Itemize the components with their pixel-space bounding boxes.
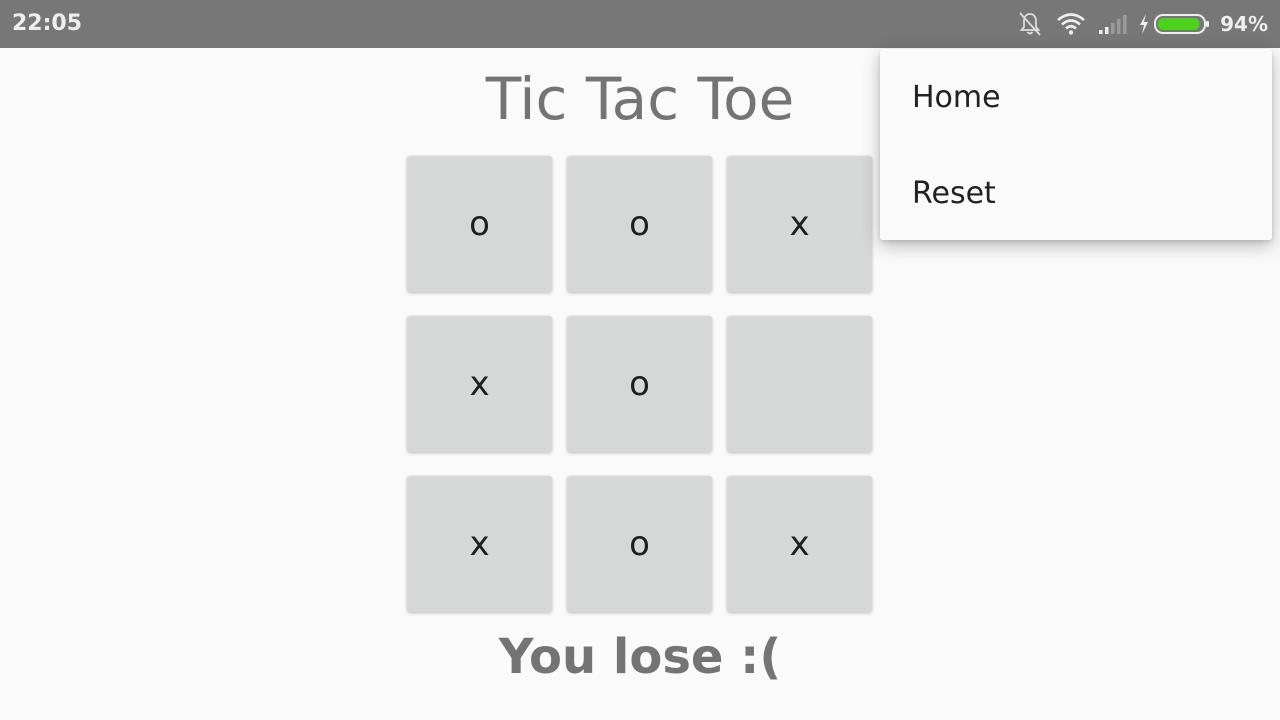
board-cell-2-2[interactable]: x <box>727 476 872 612</box>
board-cell-0-0[interactable]: o <box>407 156 552 292</box>
status-icons: 94% <box>1018 10 1268 38</box>
board-cell-0-2[interactable]: x <box>727 156 872 292</box>
charging-icon <box>1138 13 1150 35</box>
game-board: o o x x o x o x <box>407 156 873 612</box>
game-result: You lose :( <box>498 629 782 685</box>
status-time: 22:05 <box>12 11 83 36</box>
signal-icon <box>1098 12 1128 36</box>
board-cell-0-1[interactable]: o <box>567 156 712 292</box>
menu-item-reset[interactable]: Reset <box>880 145 1272 241</box>
board-cell-2-0[interactable]: x <box>407 476 552 612</box>
board-cell-1-2[interactable] <box>727 316 872 452</box>
battery-percent: 94% <box>1220 12 1268 36</box>
status-bar: 22:05 94% <box>0 0 1280 48</box>
board-cell-1-1[interactable]: o <box>567 316 712 452</box>
board-cell-1-0[interactable]: x <box>407 316 552 452</box>
board-cell-2-1[interactable]: o <box>567 476 712 612</box>
menu-item-home-label: Home <box>912 79 1001 115</box>
menu-item-home[interactable]: Home <box>880 49 1272 145</box>
overflow-menu: Home Reset <box>880 49 1272 240</box>
menu-item-reset-label: Reset <box>912 175 996 211</box>
battery-icon <box>1154 13 1210 35</box>
bell-off-icon <box>1018 11 1042 37</box>
wifi-icon <box>1056 12 1086 36</box>
